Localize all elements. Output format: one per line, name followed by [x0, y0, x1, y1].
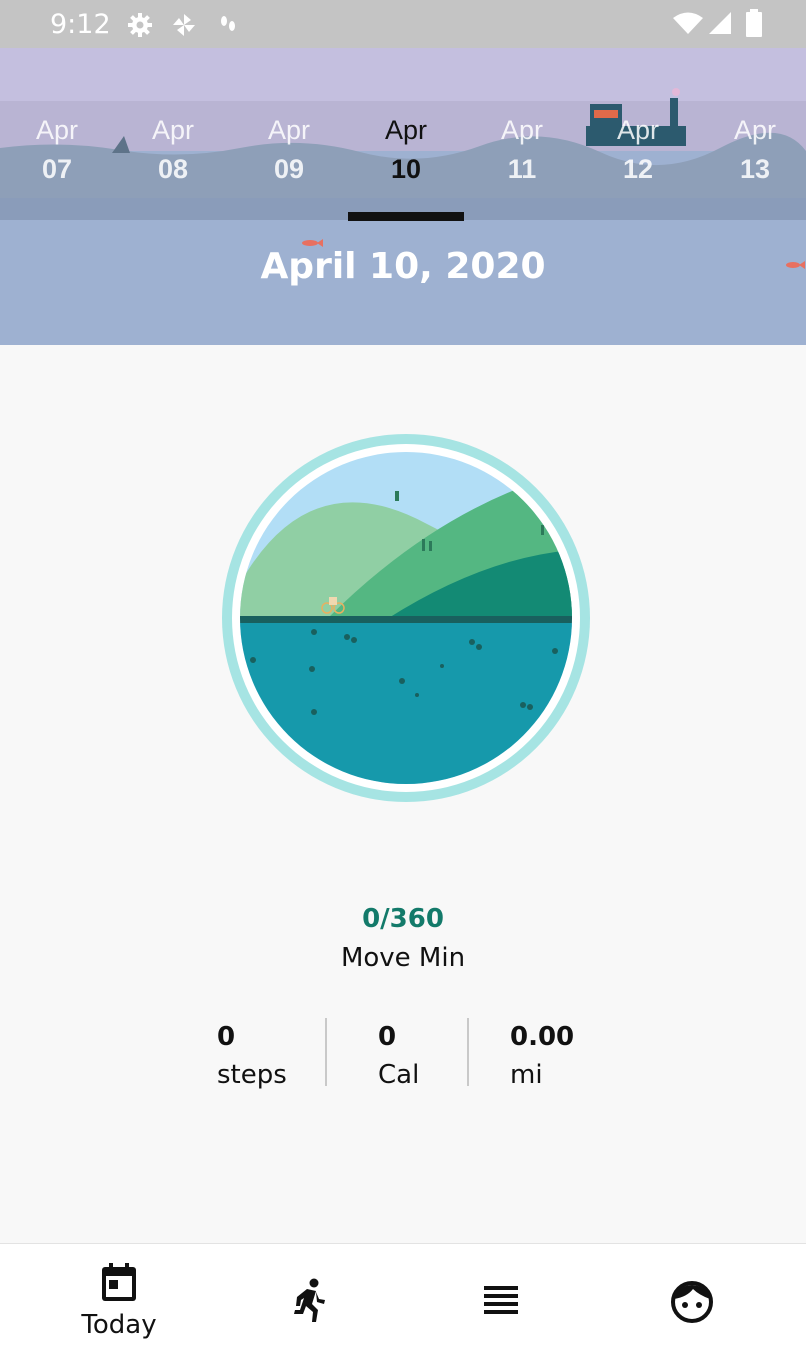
footprints-icon	[219, 12, 237, 41]
date-day: 12	[622, 154, 654, 184]
wifi-icon	[672, 11, 704, 40]
date-item[interactable]: Apr 07	[0, 113, 115, 223]
stat-value: 0	[378, 1022, 397, 1052]
status-time: 9:12	[50, 9, 111, 40]
move-minutes-label: Move Min	[340, 943, 466, 973]
date-item-selected[interactable]: Apr 10	[348, 113, 464, 223]
calendar-icon	[100, 1263, 138, 1308]
nav-journal[interactable]	[431, 1244, 571, 1350]
stat-calories: 0 Cal	[378, 1021, 419, 1097]
date-item[interactable]: Apr 09	[231, 113, 347, 223]
nav-profile[interactable]	[622, 1244, 762, 1350]
bottom-navigation: Today	[0, 1243, 806, 1350]
date-day: 07	[41, 154, 73, 184]
stat-unit: Cal	[378, 1060, 420, 1090]
full-date-title: April 10, 2020	[260, 246, 546, 287]
pinwheel-icon	[171, 12, 197, 43]
date-month: Apr	[733, 115, 777, 145]
stat-value: 0	[217, 1022, 236, 1052]
date-month: Apr	[267, 115, 311, 145]
running-icon	[292, 1278, 326, 1327]
date-item[interactable]: Apr 08	[115, 113, 231, 223]
stat-unit: mi	[510, 1060, 543, 1090]
gear-icon	[127, 12, 153, 43]
stat-divider	[467, 1018, 469, 1086]
stat-distance: 0.00 mi	[510, 1021, 574, 1097]
date-month: Apr	[384, 115, 428, 145]
date-month: Apr	[151, 115, 195, 145]
selected-date-indicator	[348, 212, 464, 221]
move-minutes-value: 0/360	[362, 904, 444, 934]
nav-activity[interactable]	[239, 1244, 379, 1350]
signal-icon	[707, 11, 733, 40]
stat-divider	[325, 1018, 327, 1086]
date-strip: Apr 07 Apr 08 Apr 09 Apr 10 Apr 11 Apr 1…	[0, 113, 806, 223]
activity-ring[interactable]	[217, 429, 595, 807]
face-icon	[671, 1281, 713, 1328]
date-header: Apr 07 Apr 08 Apr 09 Apr 10 Apr 11 Apr 1…	[0, 48, 806, 345]
date-month: Apr	[500, 115, 544, 145]
date-day: 08	[157, 154, 189, 184]
nav-today[interactable]: Today	[49, 1244, 189, 1350]
status-bar: 9:12	[0, 0, 806, 48]
date-item[interactable]: Apr 13	[697, 113, 806, 223]
date-day: 10	[390, 154, 422, 184]
landscape-illustration	[222, 434, 590, 802]
nav-label: Today	[81, 1310, 157, 1340]
date-month: Apr	[35, 115, 79, 145]
stat-value: 0.00	[510, 1022, 575, 1052]
list-icon	[484, 1286, 518, 1319]
date-item[interactable]: Apr 11	[464, 113, 580, 223]
date-day: 09	[273, 154, 305, 184]
date-item[interactable]: Apr 12	[580, 113, 696, 223]
battery-icon	[745, 9, 763, 42]
date-day: 13	[739, 154, 771, 184]
date-month: Apr	[616, 115, 660, 145]
date-day: 11	[507, 154, 537, 184]
stat-unit: steps	[217, 1060, 287, 1090]
stat-steps: 0 steps	[217, 1021, 287, 1097]
